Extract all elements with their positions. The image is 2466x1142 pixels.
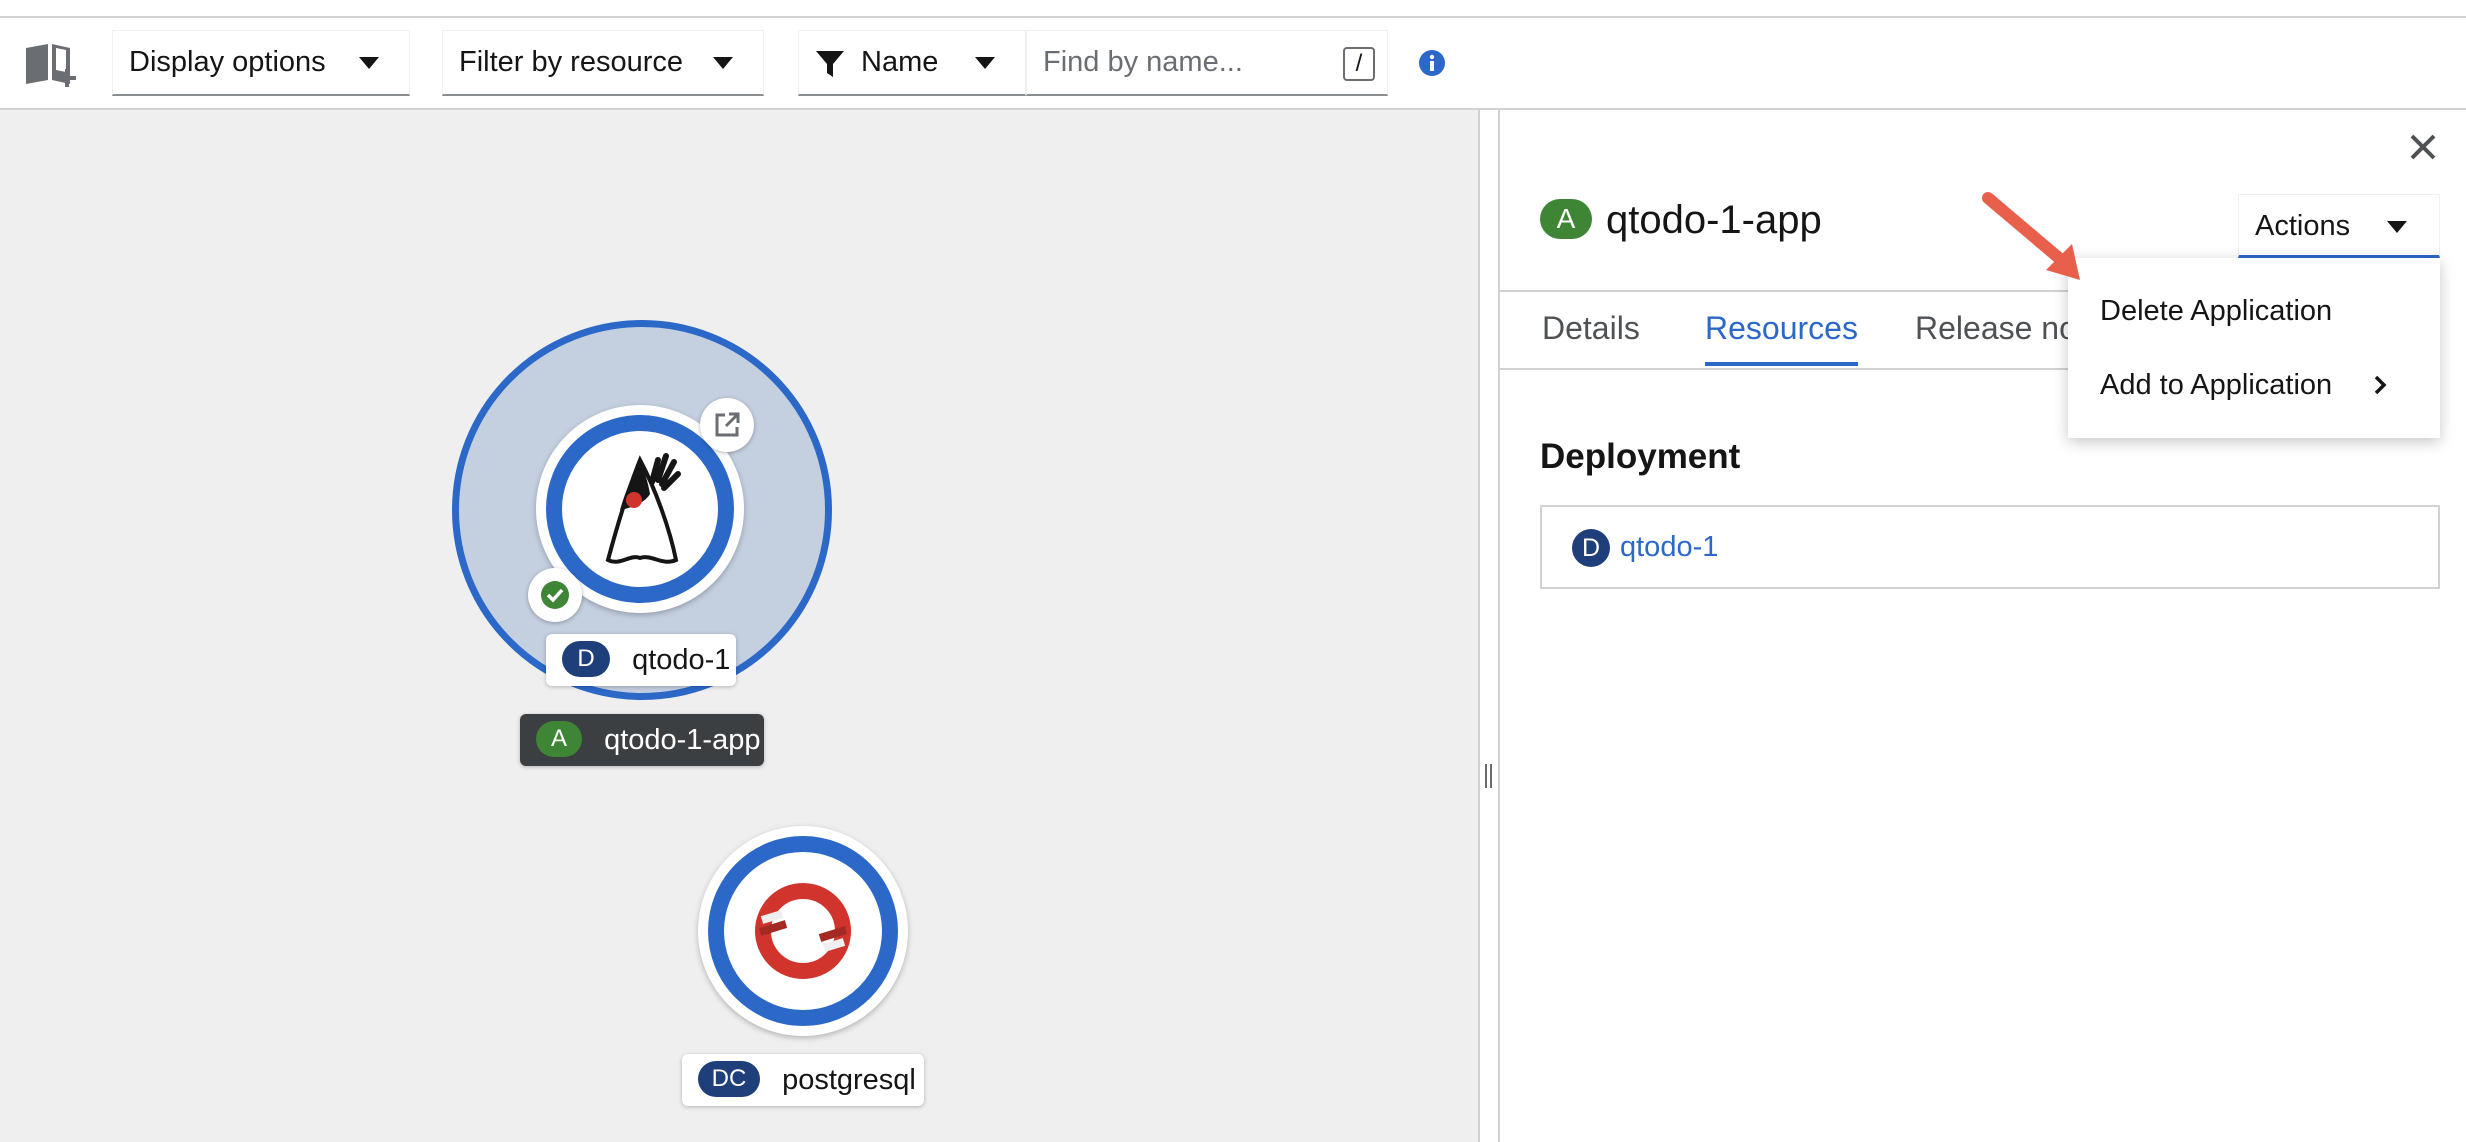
panel-title: Aqtodo-1-app [1540, 192, 1822, 248]
node-label-postgresql[interactable]: DC postgresql [682, 1054, 924, 1106]
external-link-icon [715, 412, 740, 437]
node-label-qtodo-1[interactable]: D qtodo-1 [546, 634, 736, 686]
check-circle-icon [541, 581, 569, 609]
node-name: qtodo-1 [632, 644, 731, 676]
open-url-button[interactable] [700, 398, 754, 452]
actions-dropdown[interactable]: Actions [2238, 194, 2440, 258]
application-name: qtodo-1-app [604, 724, 761, 756]
filter-by-resource-dropdown[interactable]: Filter by resource [442, 30, 764, 96]
quick-search-add-icon[interactable] [22, 36, 80, 94]
caret-down-icon [713, 57, 733, 69]
tab-release-notes[interactable]: Release notes [1915, 300, 2075, 356]
chevron-right-icon [2374, 375, 2387, 395]
caret-down-icon [975, 57, 995, 69]
section-title-deployment: Deployment [1540, 437, 1741, 476]
node-name: postgresql [782, 1064, 916, 1096]
caret-down-icon [2387, 221, 2407, 233]
caret-down-icon [359, 57, 379, 69]
filter-type-label: Name [861, 46, 939, 78]
deployment-config-badge: DC [698, 1061, 760, 1098]
panel-title-text: qtodo-1-app [1606, 198, 1822, 242]
resource-link-qtodo-1[interactable]: qtodo-1 [1620, 507, 1718, 587]
annotation-arrow-icon [1982, 192, 2080, 280]
application-badge: A [1540, 199, 1592, 240]
menu-item-delete-application[interactable]: Delete Application [2100, 286, 2332, 336]
filter-by-resource-label: Filter by resource [459, 46, 684, 78]
deployment-badge: D [1572, 529, 1610, 567]
tab-resources[interactable]: Resources [1705, 300, 1858, 366]
search-placeholder: Find by name... [1043, 46, 1243, 78]
display-options-dropdown[interactable]: Display options [112, 30, 410, 96]
filter-type-dropdown[interactable]: Name [798, 30, 1026, 96]
topology-toolbar: Display options Filter by resource Name … [0, 18, 2466, 110]
close-icon[interactable] [2408, 132, 2438, 162]
info-icon[interactable] [1418, 49, 1446, 77]
resource-list-item: D qtodo-1 [1540, 505, 2440, 589]
pod-status-indicator[interactable] [528, 568, 582, 622]
deployment-badge: D [562, 641, 610, 678]
actions-menu: Delete Application Add to Application [2068, 258, 2440, 438]
search-shortcut-hint: / [1343, 47, 1375, 81]
filter-icon [816, 51, 844, 77]
openshift-icon [755, 883, 851, 979]
application-badge: A [536, 721, 582, 758]
menu-item-add-to-application[interactable]: Add to Application [2100, 360, 2332, 410]
java-duke-icon [605, 453, 681, 564]
tab-details[interactable]: Details [1542, 300, 1640, 356]
display-options-label: Display options [129, 46, 326, 78]
application-group-label[interactable]: A qtodo-1-app [520, 714, 764, 766]
actions-label: Actions [2255, 210, 2351, 242]
find-by-name-input[interactable]: Find by name... / [1026, 30, 1388, 96]
panel-resize-handle-icon[interactable] [1484, 764, 1494, 788]
